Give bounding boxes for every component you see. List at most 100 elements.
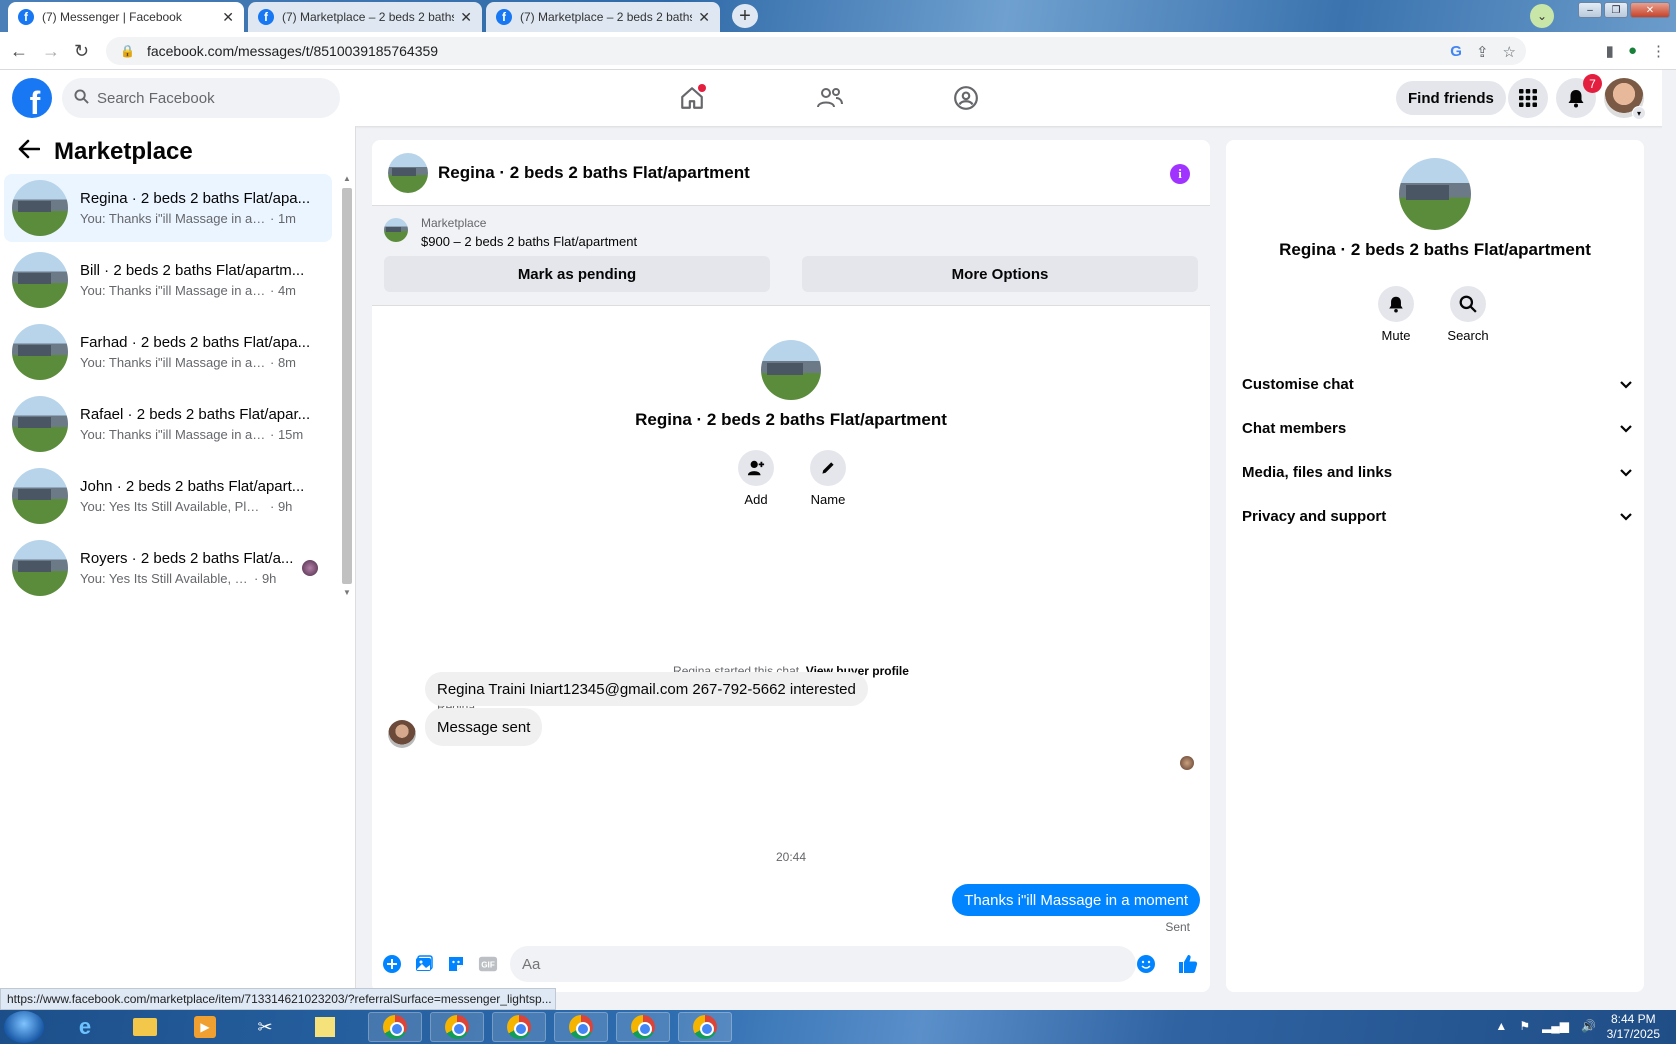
conversation-item-rafael[interactable]: Rafael · 2 beds 2 baths Flat/apar... You… [4, 390, 332, 458]
message-input[interactable] [510, 946, 1136, 982]
chat-info-avatar[interactable] [1399, 158, 1471, 230]
tab-marketplace-1[interactable]: f (7) Marketplace – 2 beds 2 baths ✕ [248, 2, 482, 32]
close-icon[interactable]: ✕ [460, 9, 472, 26]
taskbar-clock[interactable]: 8:44 PM 3/17/2025 [1607, 1012, 1660, 1042]
gif-icon[interactable]: GIF [478, 954, 498, 974]
conversation-item-bill[interactable]: Bill · 2 beds 2 baths Flat/apartm... You… [4, 246, 332, 314]
chat-avatar[interactable] [388, 152, 428, 193]
sidebar-scrollbar[interactable]: ▲ ▼ [340, 172, 354, 600]
back-arrow-icon[interactable]: ← [10, 41, 28, 62]
restore-button[interactable]: ❐ [1604, 2, 1628, 18]
start-button[interactable] [4, 1011, 44, 1043]
back-arrow-icon[interactable] [18, 138, 41, 166]
conversation-item-john[interactable]: John · 2 beds 2 baths Flat/apart... You:… [4, 462, 332, 530]
volume-icon[interactable]: 🔊 [1581, 1019, 1596, 1033]
add-label: Add [744, 492, 768, 507]
listing-thumbnail[interactable] [384, 218, 408, 242]
close-icon[interactable]: ✕ [698, 9, 710, 26]
network-icon[interactable]: ▂▄▆ [1542, 1019, 1569, 1033]
new-tab-button[interactable]: + [732, 4, 758, 28]
chat-members-row[interactable]: Chat members [1242, 408, 1632, 448]
account-avatar[interactable]: ▾ [1604, 78, 1646, 120]
scrollbar-thumb[interactable] [342, 188, 352, 584]
conversation-snippet: You: Thanks i"ill Massage in a mo... [80, 355, 266, 370]
media-files-links-row[interactable]: Media, files and links [1242, 452, 1632, 492]
conversation-item-royers[interactable]: Royers · 2 beds 2 baths Flat/a... You: Y… [4, 534, 332, 602]
incoming-message[interactable]: Message sent [425, 708, 543, 746]
outgoing-message[interactable]: Thanks i"ill Massage in a moment [952, 884, 1200, 916]
forward-arrow-icon[interactable]: → [42, 41, 60, 62]
menu-grid-icon[interactable] [1508, 78, 1548, 118]
tab-messenger[interactable]: f (7) Messenger | Facebook ✕ [8, 2, 244, 32]
conversation-item-farhad[interactable]: Farhad · 2 beds 2 baths Flat/apa... You:… [4, 318, 332, 386]
share-icon[interactable]: ⇪ [1476, 43, 1489, 61]
add-people-button[interactable]: Add [736, 450, 776, 507]
mark-as-pending-button[interactable]: Mark as pending [384, 256, 770, 292]
close-icon[interactable]: ✕ [222, 9, 234, 26]
tab-marketplace-2[interactable]: f (7) Marketplace – 2 beds 2 baths ✕ [486, 2, 720, 32]
edit-name-button[interactable]: Name [808, 450, 848, 507]
mute-label: Mute [1381, 328, 1411, 343]
notifications-bell-icon[interactable]: 7 [1556, 74, 1602, 118]
sticky-notes-icon[interactable] [298, 1012, 352, 1042]
find-friends-button[interactable]: Find friends [1396, 81, 1506, 115]
scroll-down-icon[interactable]: ▼ [343, 588, 351, 597]
friends-nav-icon[interactable] [810, 82, 850, 114]
chevron-down-icon [1620, 376, 1632, 392]
chrome-taskbar-icon[interactable] [368, 1012, 422, 1042]
reload-icon[interactable]: ↻ [74, 41, 89, 62]
more-options-button[interactable]: More Options [802, 256, 1198, 292]
facebook-search-input[interactable]: Search Facebook [62, 78, 340, 118]
conversation-time: · 4m [270, 283, 296, 298]
chrome-taskbar-icon[interactable] [430, 1012, 484, 1042]
conversation-name: Rafael · 2 beds 2 baths Flat/apar... [80, 406, 311, 423]
listing-thumbnail [12, 540, 68, 596]
chat-info-title: Regina · 2 beds 2 baths Flat/apartment [1279, 240, 1591, 259]
profile-icon[interactable]: ● [1628, 42, 1637, 60]
thumbs-up-icon[interactable] [1176, 954, 1200, 974]
window-close-button[interactable]: ✕ [1630, 2, 1670, 18]
media-player-icon[interactable]: ▶ [178, 1012, 232, 1042]
address-bar[interactable]: 🔒 facebook.com/messages/t/85100391857643… [106, 37, 1526, 65]
groups-nav-icon[interactable] [946, 82, 986, 114]
customise-chat-row[interactable]: Customise chat [1242, 364, 1632, 404]
bookmark-star-icon[interactable]: ☆ [1503, 43, 1516, 61]
tab-search-dropdown-icon[interactable]: ⌄ [1530, 4, 1554, 28]
file-explorer-icon[interactable] [118, 1012, 172, 1042]
lock-icon[interactable]: 🔒 [120, 44, 135, 58]
chrome-taskbar-icon[interactable] [492, 1012, 546, 1042]
chrome-taskbar-icon[interactable] [678, 1012, 732, 1042]
action-center-flag-icon[interactable]: ⚑ [1519, 1019, 1530, 1033]
sender-avatar[interactable] [388, 720, 416, 748]
conversation-item-regina[interactable]: Regina · 2 beds 2 baths Flat/apa... You:… [4, 174, 332, 242]
side-panel-icon[interactable]: ▮ [1606, 42, 1614, 60]
incoming-message[interactable]: Regina Traini Iniart12345@gmail.com 267-… [425, 672, 868, 706]
info-icon[interactable]: i [1170, 164, 1190, 184]
minimize-button[interactable]: – [1578, 2, 1602, 18]
listing-price[interactable]: $900 – 2 beds 2 baths Flat/apartment [421, 234, 637, 249]
search-placeholder: Search Facebook [97, 89, 215, 107]
conversation-name: Bill · 2 beds 2 baths Flat/apartm... [80, 262, 305, 279]
snipping-tool-icon[interactable]: ✂ [238, 1012, 292, 1042]
emoji-icon[interactable] [1136, 954, 1156, 974]
facebook-logo-icon[interactable]: f [12, 78, 52, 118]
chat-title[interactable]: Regina · 2 beds 2 baths Flat/apartment [438, 163, 750, 183]
search-conversation-button[interactable]: Search [1447, 286, 1489, 343]
chrome-taskbar-icon[interactable] [554, 1012, 608, 1042]
sticker-icon[interactable] [446, 954, 466, 974]
page-scrollbar[interactable] [1662, 70, 1676, 1010]
image-icon[interactable] [414, 954, 434, 974]
privacy-support-row[interactable]: Privacy and support [1242, 496, 1632, 536]
time-divider: 20:44 [775, 850, 807, 864]
home-nav-icon[interactable] [672, 82, 712, 114]
browser-menu-icon[interactable]: ⋮ [1651, 42, 1666, 60]
tray-expand-icon[interactable]: ▲ [1495, 1019, 1507, 1033]
browser-toolbar: ← → ↻ 🔒 facebook.com/messages/t/85100391… [0, 32, 1676, 70]
mute-button[interactable]: Mute [1376, 286, 1416, 343]
scroll-up-icon[interactable]: ▲ [343, 174, 351, 183]
google-lens-icon[interactable]: G [1450, 43, 1462, 61]
chrome-taskbar-icon[interactable] [616, 1012, 670, 1042]
conversation-name: John · 2 beds 2 baths Flat/apart... [80, 478, 305, 495]
plus-circle-icon[interactable] [382, 954, 402, 974]
internet-explorer-icon[interactable]: e [58, 1012, 112, 1042]
